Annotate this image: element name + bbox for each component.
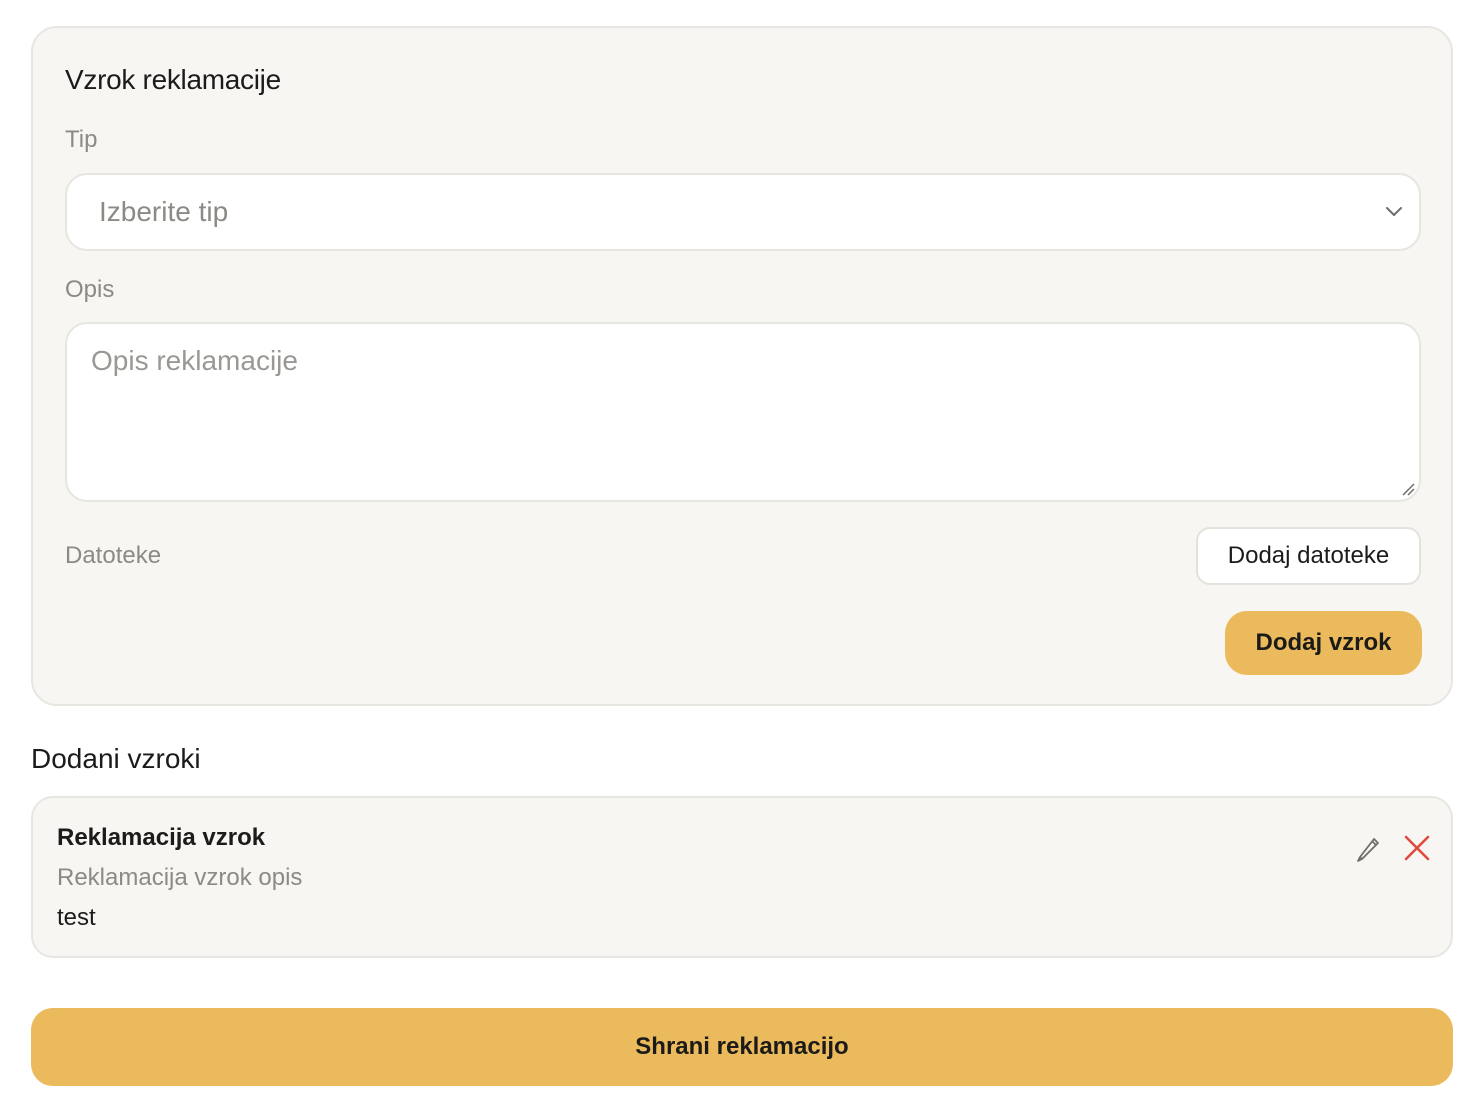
type-select[interactable]: Izberite tip (65, 173, 1421, 251)
save-complaint-button[interactable]: Shrani reklamacijo (31, 1008, 1453, 1086)
add-files-button[interactable]: Dodaj datoteke (1196, 527, 1421, 585)
form-title: Vzrok reklamacije (65, 64, 281, 95)
description-textarea[interactable]: Opis reklamacije (65, 322, 1421, 502)
type-label: Tip (65, 126, 98, 153)
close-icon[interactable] (1401, 832, 1433, 864)
description-label: Opis (65, 276, 115, 303)
type-select-value: Izberite tip (99, 196, 229, 227)
cause-form-card: Vzrok reklamacije Tip Izberite tip Opis … (31, 26, 1453, 706)
chevron-down-icon (1386, 207, 1402, 216)
description-placeholder: Opis reklamacije (91, 345, 298, 376)
add-cause-button[interactable]: Dodaj vzrok (1225, 611, 1422, 675)
cause-description-label: Reklamacija vzrok opis (57, 864, 303, 891)
pencil-icon[interactable] (1351, 832, 1383, 864)
files-label: Datoteke (65, 542, 162, 569)
cause-title: Reklamacija vzrok (57, 824, 266, 851)
list-item: Reklamacija vzrok Reklamacija vzrok opis… (31, 796, 1453, 958)
resize-handle-icon[interactable] (1401, 482, 1415, 496)
cause-description: test (57, 904, 96, 931)
added-causes-title: Dodani vzroki (31, 743, 201, 774)
